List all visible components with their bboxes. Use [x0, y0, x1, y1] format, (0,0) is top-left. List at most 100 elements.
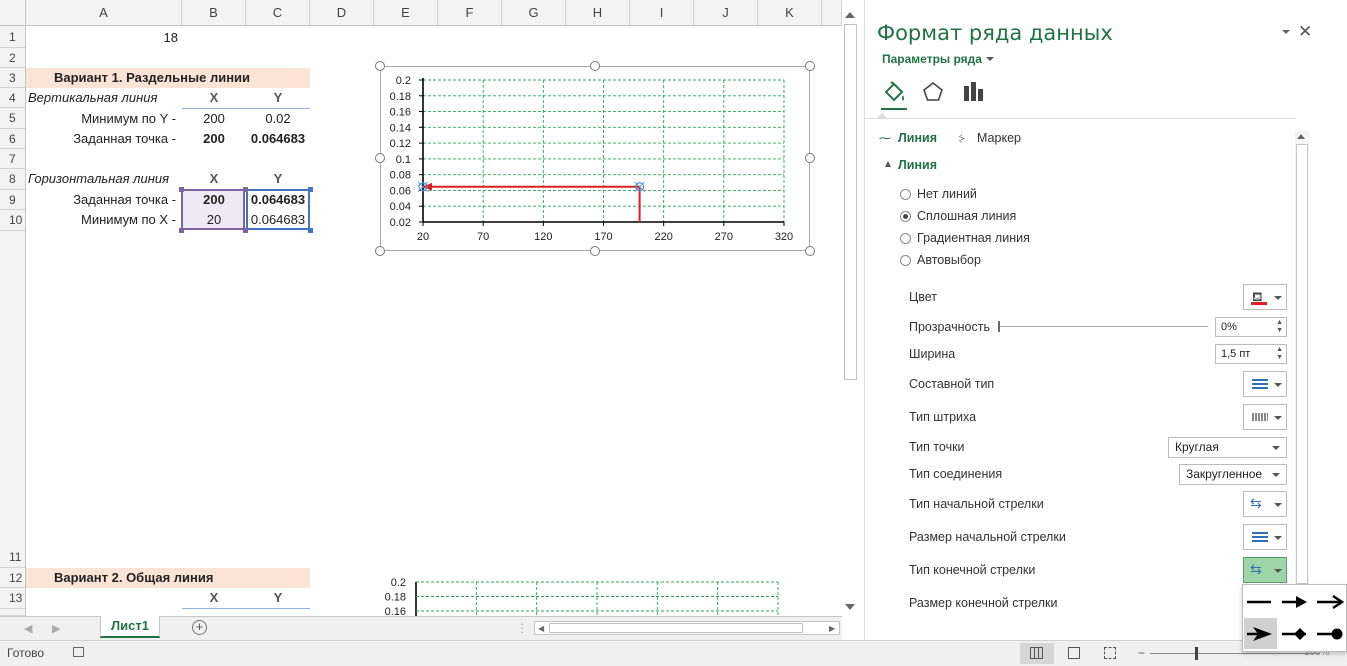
hscroll-left-icon[interactable]: ◀ — [538, 624, 544, 633]
column-header-a[interactable]: A — [26, 0, 182, 26]
join-type-select[interactable]: Закругленное — [1179, 464, 1287, 485]
column-header-h[interactable]: H — [566, 0, 630, 26]
chart-2-plot[interactable]: 0.2 0.18 0.16 — [380, 574, 810, 616]
arrow-filled-icon[interactable] — [1280, 591, 1310, 613]
chart-resize-handle[interactable] — [375, 153, 385, 163]
cell-min-x-label[interactable]: Минимум по X - — [26, 210, 176, 230]
normal-view-button[interactable] — [1020, 643, 1054, 664]
row-header-7[interactable]: 7 — [0, 149, 26, 169]
hscroll-right-icon[interactable]: ▶ — [829, 624, 835, 633]
arrow-none-icon[interactable] — [1245, 591, 1275, 613]
column-header-k[interactable]: K — [758, 0, 822, 26]
cell-vertical-line-label[interactable]: Вертикальная линия — [28, 88, 178, 108]
chart-resize-handle[interactable] — [805, 246, 815, 256]
cell-min-y-y[interactable]: 0.02 — [246, 109, 310, 129]
scroll-down-icon[interactable] — [845, 604, 855, 610]
radio-no-line[interactable] — [900, 189, 911, 200]
column-header-j[interactable]: J — [694, 0, 758, 26]
cell-min-x-x[interactable]: 20 — [182, 210, 246, 230]
sheet-tab-active[interactable]: Лист1 — [100, 616, 160, 638]
spinner-arrows-icon[interactable]: ▲ ▼ — [1276, 346, 1283, 362]
end-arrow-type-menu[interactable] — [1242, 584, 1347, 652]
row-header-8[interactable]: 8 — [0, 169, 26, 190]
spinner-arrows-icon[interactable]: ▲ ▼ — [1276, 319, 1283, 335]
cell-x-header-2[interactable]: X — [182, 169, 246, 189]
radio-automatic-label[interactable]: Автовыбор — [917, 253, 981, 267]
cell-given-point-x[interactable]: 200 — [182, 129, 246, 149]
radio-automatic[interactable] — [900, 255, 911, 266]
cell-a1[interactable]: 18 — [26, 28, 178, 48]
cell-horizontal-line-label[interactable]: Горизонтальная линия — [28, 169, 183, 189]
chart-resize-handle[interactable] — [375, 246, 385, 256]
column-header-e[interactable]: E — [374, 0, 438, 26]
cell-y-header-2[interactable]: Y — [246, 169, 310, 189]
chart-resize-handle[interactable] — [590, 61, 600, 71]
begin-arrow-type-button[interactable]: ⇆ — [1243, 491, 1287, 517]
row-header-3[interactable]: 3 — [0, 68, 26, 88]
chart-resize-handle[interactable] — [375, 61, 385, 71]
column-header-i[interactable]: I — [630, 0, 694, 26]
line-section-header[interactable]: Линия — [898, 158, 937, 172]
radio-gradient-line-label[interactable]: Градиентная линия — [917, 231, 1030, 245]
column-header-f[interactable]: F — [438, 0, 502, 26]
section-title-variant-1[interactable]: Вариант 1. Раздельные линии — [26, 68, 310, 88]
tab-line[interactable]: Линия — [898, 131, 937, 145]
transparency-spinner[interactable]: 0% ▲ ▼ — [1215, 317, 1287, 337]
effects-pentagon-icon[interactable] — [921, 80, 945, 104]
width-spinner[interactable]: 1,5 пт ▲ ▼ — [1215, 344, 1287, 364]
scroll-thumb[interactable] — [844, 24, 857, 380]
row-header-11-tall[interactable]: 11 — [0, 231, 26, 568]
page-break-view-icon[interactable] — [1104, 647, 1116, 659]
cell-min-x-y[interactable]: 0.064683 — [246, 210, 310, 230]
series-options-bar-chart-icon[interactable] — [961, 80, 985, 104]
macro-record-icon[interactable] — [73, 647, 84, 657]
cell-y-header-3[interactable]: Y — [246, 588, 310, 608]
compound-type-button[interactable] — [1243, 371, 1287, 397]
row-header-5[interactable]: 5 — [0, 108, 26, 129]
arrow-stealth-icon[interactable] — [1245, 623, 1275, 645]
row-header-10[interactable]: 10 — [0, 210, 26, 231]
tab-marker[interactable]: Маркер — [977, 131, 1021, 145]
tab-scroll-right-icon[interactable]: ▶ — [52, 622, 60, 635]
cell-given-point-y[interactable]: 0.064683 — [246, 129, 310, 149]
row-header-12[interactable]: 12 — [0, 568, 26, 588]
worksheet[interactable]: A B C D E F G H I J K 1 2 3 4 5 6 7 8 9 … — [0, 0, 842, 616]
section-title-variant-2[interactable]: Вариант 2. Общая линия — [26, 568, 310, 588]
cell-y-header[interactable]: Y — [246, 88, 310, 108]
pane-scroll-up-icon[interactable] — [1297, 134, 1305, 139]
fill-line-icon[interactable] — [881, 79, 907, 105]
row-header-1[interactable]: 1 — [0, 26, 26, 48]
chart-resize-handle[interactable] — [805, 153, 815, 163]
radio-no-line-label[interactable]: Нет линий — [917, 187, 977, 201]
pane-options-chevron-down-icon[interactable] — [1282, 30, 1290, 34]
color-picker-button[interactable]: ⛾ — [1243, 284, 1287, 310]
cell-given-point-2-label[interactable]: Заданная точка - — [26, 190, 176, 210]
column-header-g[interactable]: G — [502, 0, 566, 26]
cell-given-point-label[interactable]: Заданная точка - — [26, 129, 176, 149]
scroll-up-icon[interactable] — [845, 12, 855, 18]
cell-given-point-2-y[interactable]: 0.064683 — [246, 190, 310, 210]
dash-type-button[interactable] — [1243, 404, 1287, 430]
row-header-4[interactable]: 4 — [0, 88, 26, 108]
column-header-d[interactable]: D — [310, 0, 374, 26]
row-header-6[interactable]: 6 — [0, 129, 26, 149]
vertical-scrollbar[interactable] — [842, 8, 860, 616]
close-icon[interactable]: ✕ — [1298, 22, 1312, 42]
arrow-open-icon[interactable] — [1315, 591, 1345, 613]
zoom-slider-thumb[interactable] — [1195, 647, 1198, 660]
arrow-diamond-icon[interactable] — [1280, 623, 1310, 645]
column-header-c[interactable]: C — [246, 0, 310, 26]
end-arrow-type-button[interactable]: ⇆ — [1243, 557, 1287, 583]
zoom-slider[interactable] — [1150, 653, 1320, 654]
pane-scrollbar[interactable] — [1295, 130, 1309, 610]
chart-resize-handle[interactable] — [805, 61, 815, 71]
cell-min-y-x[interactable]: 200 — [182, 109, 246, 129]
column-header-b[interactable]: B — [182, 0, 246, 26]
tab-scroll-left-icon[interactable]: ◀ — [24, 622, 32, 635]
section-collapse-icon[interactable] — [885, 161, 891, 167]
zoom-out-icon[interactable]: − — [1138, 646, 1145, 660]
transparency-slider[interactable] — [998, 326, 1208, 327]
add-sheet-icon[interactable]: + — [192, 620, 207, 635]
page-layout-view-icon[interactable] — [1068, 647, 1080, 659]
transparency-slider-thumb[interactable] — [998, 321, 1000, 332]
